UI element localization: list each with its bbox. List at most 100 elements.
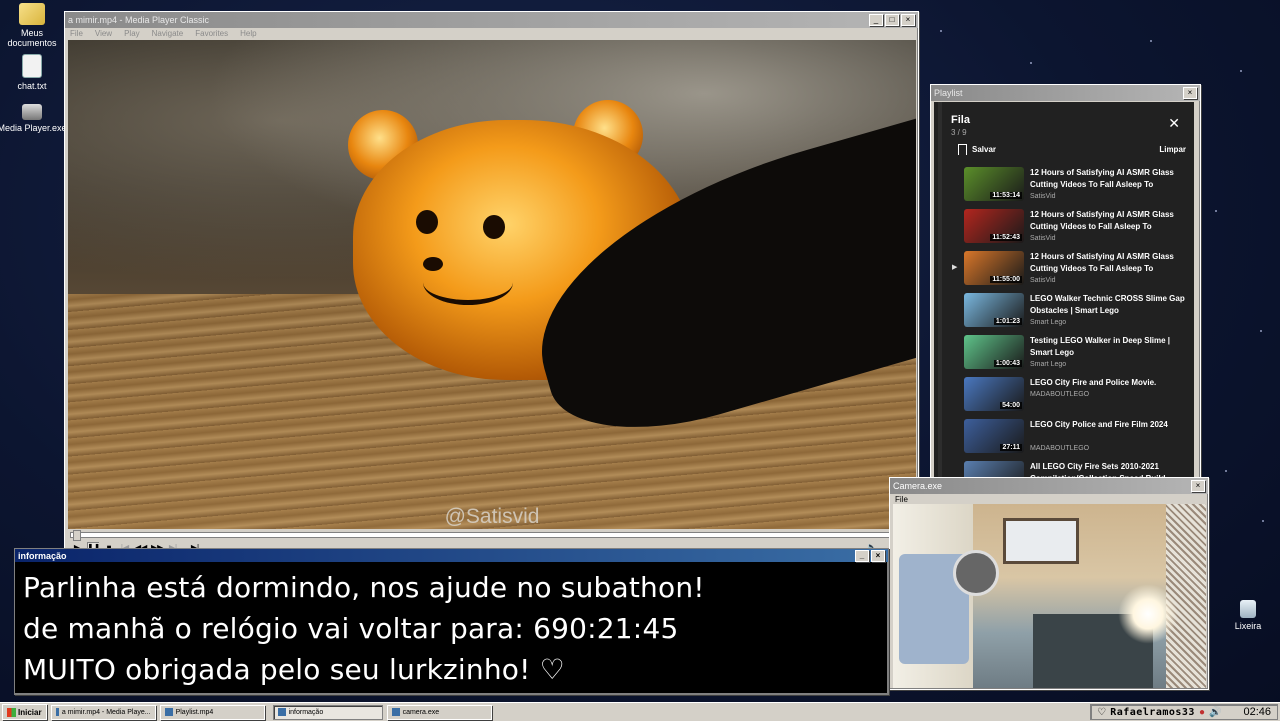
clear-button[interactable]: Limpar	[1159, 145, 1186, 154]
volume-icon[interactable]: 🔊	[1209, 707, 1221, 718]
queue-item[interactable]: 27:11 LEGO City Police and Fire Film 2024…	[934, 414, 1194, 456]
info-line: de manhã o relógio vai voltar para: 690:…	[23, 612, 679, 645]
now-playing-icon: ▶	[952, 264, 958, 271]
queue-item[interactable]: ▶ 11:55:00 12 Hours of Satisfying AI ASMR …	[934, 246, 1194, 288]
menu-play[interactable]: Play	[124, 29, 140, 38]
taskbar-item-info[interactable]: informação	[272, 704, 383, 720]
camera-fan	[953, 550, 999, 596]
channel-name: MADABOUTLEGO	[1030, 445, 1090, 452]
queue-item[interactable]: 1:01:23 LEGO Walker Technic CROSS Slime G…	[934, 288, 1194, 330]
maximize-button[interactable]: □	[885, 14, 899, 26]
desktop-icon-label: chat.txt	[17, 81, 47, 91]
media-player-titlebar[interactable]: a mimir.mp4 - Media Player Classic _ □ ×	[65, 12, 918, 28]
desktop-icon-media-player[interactable]: Media Player.exe	[0, 104, 67, 133]
video-frame[interactable]: @Satisvid	[68, 40, 916, 529]
menu-favorites[interactable]: Favorites	[195, 29, 228, 38]
channel-name: Smart Lego	[1030, 361, 1067, 368]
taskbar-item-label: Playlist.mp4	[175, 708, 214, 716]
duration-badge: 11:52:43	[990, 234, 1022, 241]
save-button[interactable]: Salvar	[958, 144, 996, 155]
info-window: informação _ × Parlinha está dormindo, n…	[14, 548, 889, 695]
camera-feed	[893, 504, 1206, 688]
queue-item[interactable]: 54:00 LEGO City Fire and Police Movie. MAD…	[934, 372, 1194, 414]
video-thumbnail[interactable]: 11:53:14	[964, 167, 1024, 201]
video-title[interactable]: 12 Hours of Satisfying AI ASMR Glass Cut…	[1030, 209, 1186, 233]
info-titlebar[interactable]: informação _ ×	[15, 549, 888, 562]
video-thumbnail[interactable]: 54:00	[964, 377, 1024, 411]
taskbar-item-player[interactable]: a mimir.mp4 - Media Playe...	[50, 704, 156, 720]
minimize-button[interactable]: _	[855, 549, 869, 562]
camera-lamp-glow	[1118, 584, 1178, 644]
desktop-icon-label: Meus documentos	[7, 28, 57, 48]
close-button[interactable]: ×	[1183, 87, 1197, 99]
close-button[interactable]: ×	[1191, 480, 1205, 492]
video-title[interactable]: LEGO City Fire and Police Movie.	[1030, 377, 1186, 389]
playlist-icon	[164, 708, 173, 716]
desktop-icon-chat[interactable]: chat.txt	[0, 54, 67, 91]
info-line: MUITO obrigada pelo seu lurkzinho! ♡	[23, 653, 565, 686]
minimize-button[interactable]: _	[869, 14, 883, 26]
channel-name: Smart Lego	[1030, 319, 1067, 326]
network-icon[interactable]: ●	[1199, 707, 1205, 718]
media-player-icon	[22, 104, 42, 120]
taskbar-item-playlist[interactable]: Playlist.mp4	[159, 704, 265, 720]
close-button[interactable]: ×	[901, 14, 915, 26]
taskbar-item-label: informação	[288, 708, 324, 716]
info-message: Parlinha está dormindo, nos ajude no sub…	[15, 562, 888, 695]
video-thumbnail[interactable]: 27:11	[964, 419, 1024, 453]
bookmark-icon	[958, 144, 967, 155]
queue-header: Fila 3 / 9	[951, 114, 970, 137]
queue-item[interactable]: 11:52:43 12 Hours of Satisfying AI ASMR G…	[934, 204, 1194, 246]
media-player-icon	[55, 708, 59, 716]
window-title: a mimir.mp4 - Media Player Classic	[68, 15, 210, 25]
taskbar-item-camera[interactable]: camera.exe	[386, 704, 492, 720]
playlist-titlebar[interactable]: Playlist ×	[931, 85, 1200, 101]
video-thumbnail[interactable]: 1:00:43	[964, 335, 1024, 369]
seek-handle[interactable]	[72, 530, 81, 541]
taskbar: Iniciar a mimir.mp4 - Media Playe... Pla…	[0, 702, 1280, 721]
system-tray: ♡ Rafaelramos33 ● 🔊 02:46	[1090, 704, 1278, 720]
media-player-window: a mimir.mp4 - Media Player Classic _ □ ×…	[64, 11, 919, 554]
video-title[interactable]: 12 Hours of Satisfying AI ASMR Glass Cut…	[1030, 251, 1186, 275]
duration-badge: 27:11	[1000, 444, 1022, 451]
menu-view[interactable]: View	[95, 29, 112, 38]
save-label: Salvar	[972, 145, 997, 154]
video-thumbnail[interactable]: 11:55:00	[964, 251, 1024, 285]
video-thumbnail[interactable]: 1:01:23	[964, 293, 1024, 327]
window-title: Camera.exe	[893, 481, 943, 491]
video-title[interactable]: Testing LEGO Walker in Deep Slime | Smar…	[1030, 335, 1186, 359]
close-button[interactable]: ×	[871, 549, 885, 562]
text-file-icon	[22, 54, 42, 78]
video-title[interactable]: LEGO Walker Technic CROSS Slime Gap Obst…	[1030, 293, 1186, 317]
menu-file[interactable]: File	[895, 495, 908, 504]
camera-room-window	[1003, 518, 1079, 564]
video-title[interactable]: 12 Hours of Satisfying AI ASMR Glass Cut…	[1030, 167, 1186, 191]
glass-bear-smile	[423, 260, 513, 305]
menu-help[interactable]: Help	[240, 29, 256, 38]
glass-bear-eye	[483, 215, 505, 239]
start-button[interactable]: Iniciar	[2, 704, 47, 720]
menu-navigate[interactable]: Navigate	[152, 29, 184, 38]
video-title[interactable]: LEGO City Police and Fire Film 2024	[1030, 419, 1186, 431]
menu-file[interactable]: File	[70, 29, 83, 38]
queue-item[interactable]: 11:53:14 12 Hours of Satisfying AI ASMR G…	[934, 162, 1194, 204]
close-icon[interactable]: ✕	[1168, 116, 1180, 130]
windows-logo-icon	[7, 707, 16, 717]
duration-badge: 1:00:43	[993, 360, 1022, 367]
start-label: Iniciar	[18, 707, 42, 717]
camera-titlebar[interactable]: Camera.exe ×	[890, 478, 1208, 494]
desktop-icon-documents[interactable]: Meus documentos	[0, 3, 67, 48]
clock[interactable]: 02:46	[1243, 706, 1271, 718]
duration-badge: 11:53:14	[990, 192, 1022, 199]
desktop-icon-recycle-bin[interactable]: Lixeira	[1213, 600, 1280, 631]
channel-name: SatisVid	[1030, 277, 1056, 284]
camera-icon	[391, 708, 400, 716]
playlist-window: Playlist × Fila 3 / 9 ✕ Salvar Limpar 11…	[930, 84, 1201, 486]
video-watermark: @Satisvid	[444, 505, 540, 528]
channel-name: MADABOUTLEGO	[1030, 391, 1090, 398]
video-thumbnail[interactable]: 11:52:43	[964, 209, 1024, 243]
seek-bar[interactable]	[70, 530, 915, 541]
window-title: informação	[18, 550, 67, 561]
channel-name: SatisVid	[1030, 193, 1056, 200]
queue-item[interactable]: 1:00:43 Testing LEGO Walker in Deep Slime…	[934, 330, 1194, 372]
